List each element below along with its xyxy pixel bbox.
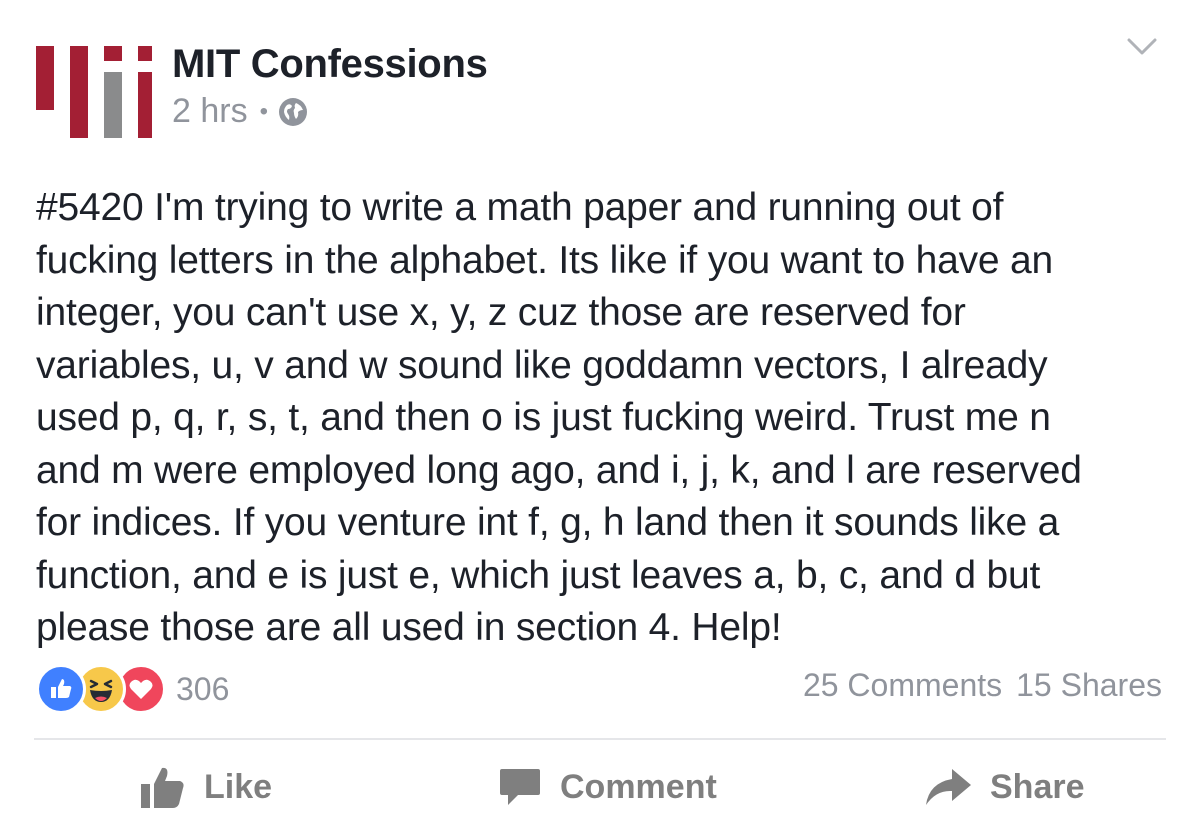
reaction-count: 306 — [176, 670, 230, 707]
comment-icon — [500, 769, 540, 805]
page-name-link[interactable]: MIT Confessions — [172, 42, 488, 87]
share-button[interactable]: Share — [924, 752, 1085, 822]
reactions-summary[interactable]: 306 — [36, 664, 229, 714]
post-text: #5420 I'm trying to write a math paper a… — [36, 186, 1082, 649]
chevron-down-icon[interactable] — [1126, 36, 1158, 58]
mit-logo-avatar[interactable] — [34, 38, 154, 143]
comment-label: Comment — [560, 767, 717, 806]
meta-separator: • — [259, 97, 268, 125]
action-divider — [34, 738, 1166, 740]
shares-count-link[interactable]: 15 Shares — [1016, 667, 1162, 704]
post-meta: 2 hrs • — [172, 92, 308, 131]
like-button[interactable]: Like — [140, 752, 272, 822]
like-label: Like — [204, 767, 273, 806]
like-reaction-icon — [36, 664, 86, 714]
post-action-bar: Like Comment Share — [0, 752, 1200, 822]
share-label: Share — [990, 767, 1085, 806]
post-timestamp[interactable]: 2 hrs — [172, 92, 248, 131]
facebook-post: MIT Confessions 2 hrs • #5420 I'm trying… — [0, 0, 1200, 829]
comments-count-link[interactable]: 25 Comments — [803, 667, 1002, 704]
thumbs-up-icon — [141, 767, 184, 808]
post-stats: 25 Comments 15 Shares — [803, 667, 1162, 704]
globe-icon[interactable] — [278, 97, 308, 127]
comment-button[interactable]: Comment — [498, 752, 717, 822]
share-arrow-icon — [926, 769, 971, 805]
